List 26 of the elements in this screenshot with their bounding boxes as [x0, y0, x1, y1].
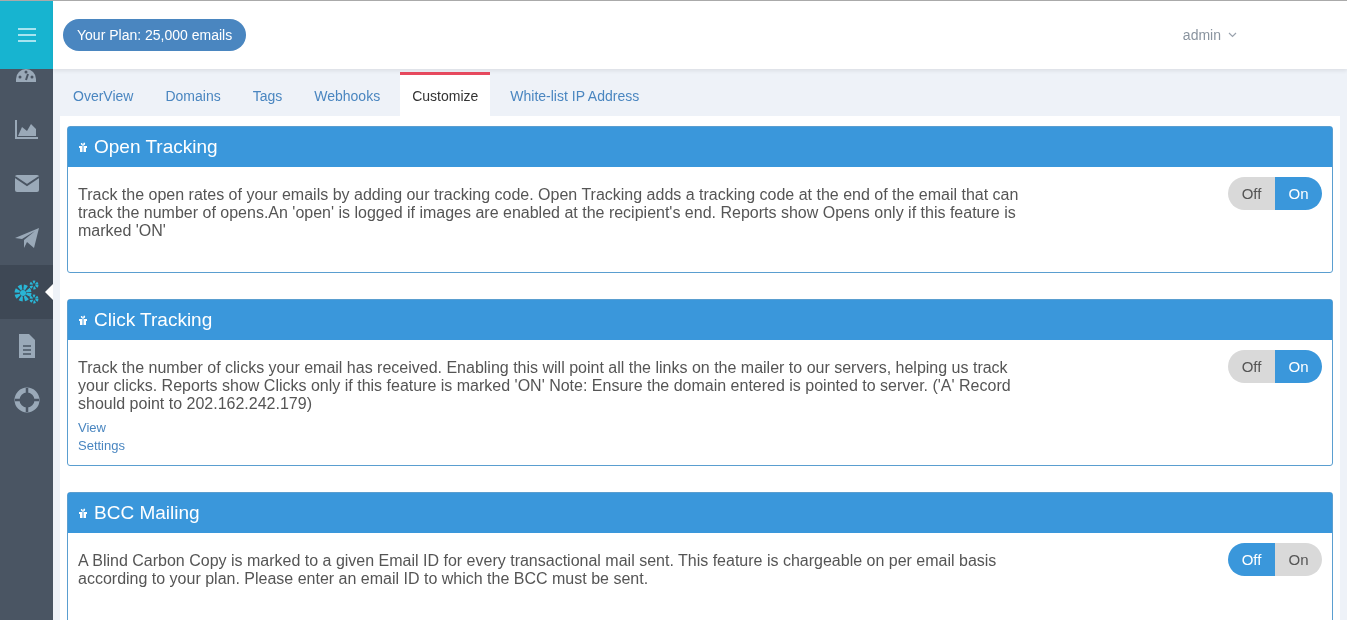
gift-icon: [78, 315, 88, 325]
card-title: Click Tracking: [94, 309, 213, 331]
sidebar-item[interactable]: [0, 265, 53, 319]
gift-icon: [78, 142, 88, 152]
menu-icon: [17, 28, 36, 42]
tab[interactable]: Webhooks: [302, 72, 393, 116]
feature-description: Track the open rates of your emails by adding our tracking code. Open Tracking adds a tracking code at the end of the email that can track the number of opens.An 'open' is logged if images are enabled at the recipient's end. Reports show Opens only if this feature is marked 'ON': [78, 186, 1020, 240]
settings-link[interactable]: View: [78, 419, 106, 437]
chevron-down-icon: [1228, 32, 1237, 38]
paper-plane-icon: [13, 225, 40, 251]
gift-icon: [78, 508, 88, 518]
tab[interactable]: Tags: [240, 72, 295, 116]
menu-button[interactable]: [0, 1, 53, 69]
feature-description: A Blind Carbon Copy is marked to a given Email ID for every transactional mail sent. This feature is chargeable on per email basis according to your plan. Please enter an email ID to which the BCC must be sent.: [78, 552, 998, 588]
tab[interactable]: OverView: [61, 72, 146, 116]
plan-badge: Your Plan: 25,000 emails: [63, 19, 247, 51]
user-menu[interactable]: admin: [1176, 26, 1243, 44]
feature-description: Track the number of clicks your email has received. Enabling this will point all the links on the mailer to our servers, helping us track your clicks. Reports show Clicks only if this feature is marked 'ON' Note: Ensure the domain entered is pointed to server. ('A' Record should point to 202.162.242.179): [78, 359, 1012, 413]
settings-link[interactable]: Settings: [78, 437, 125, 455]
tab[interactable]: Customize: [400, 72, 491, 116]
card-title: BCC Mailing: [94, 502, 200, 524]
lifebuoy-icon: [13, 387, 40, 413]
tab[interactable]: White-list IP Address: [498, 72, 652, 116]
tab[interactable]: Domains: [153, 72, 233, 116]
card-title: Open Tracking: [94, 136, 218, 158]
gears-icon: [13, 279, 40, 305]
